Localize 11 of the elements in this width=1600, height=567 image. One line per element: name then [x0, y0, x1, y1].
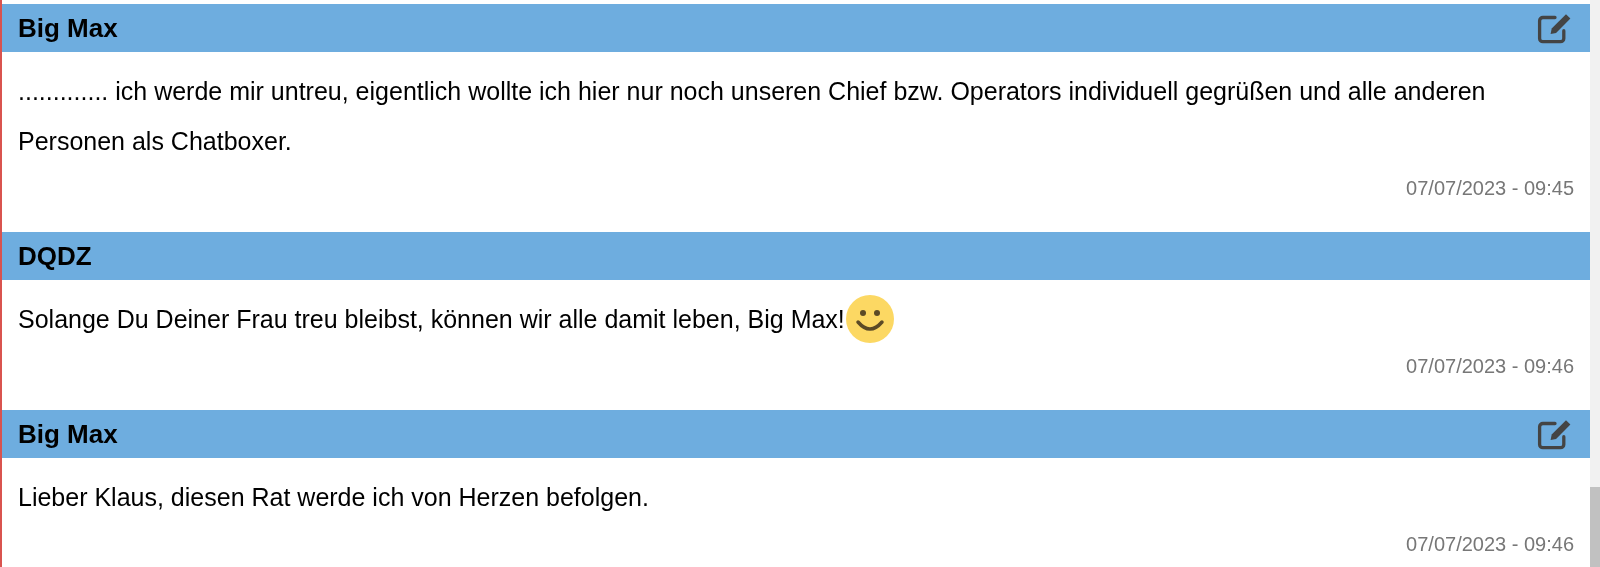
timestamp: 07/07/2023 - 09:45	[1406, 176, 1574, 201]
timestamp: 07/07/2023 - 09:46	[1406, 354, 1574, 379]
message-text: ............. ich werde mir untreu, eigentlich wollte ich hier nur noch unseren Chief bzw. Operators individuell gegrüßen und alle anderen Personen als Chatboxer.	[18, 76, 1487, 157]
author-name: Big Max	[18, 417, 118, 451]
scrollbar[interactable]	[1590, 0, 1600, 567]
message-text: Lieber Klaus, diesen Rat werde ich von Herzen befolgen.	[18, 482, 649, 513]
scrollbar-thumb[interactable]	[1590, 487, 1600, 567]
author-name: DQDZ	[18, 239, 92, 273]
timestamp: 07/07/2023 - 09:46	[1406, 532, 1574, 557]
message-text: Solange Du Deiner Frau treu bleibst, können wir alle damit leben, Big Max!	[18, 304, 845, 335]
author-name: Big Max	[18, 11, 118, 45]
